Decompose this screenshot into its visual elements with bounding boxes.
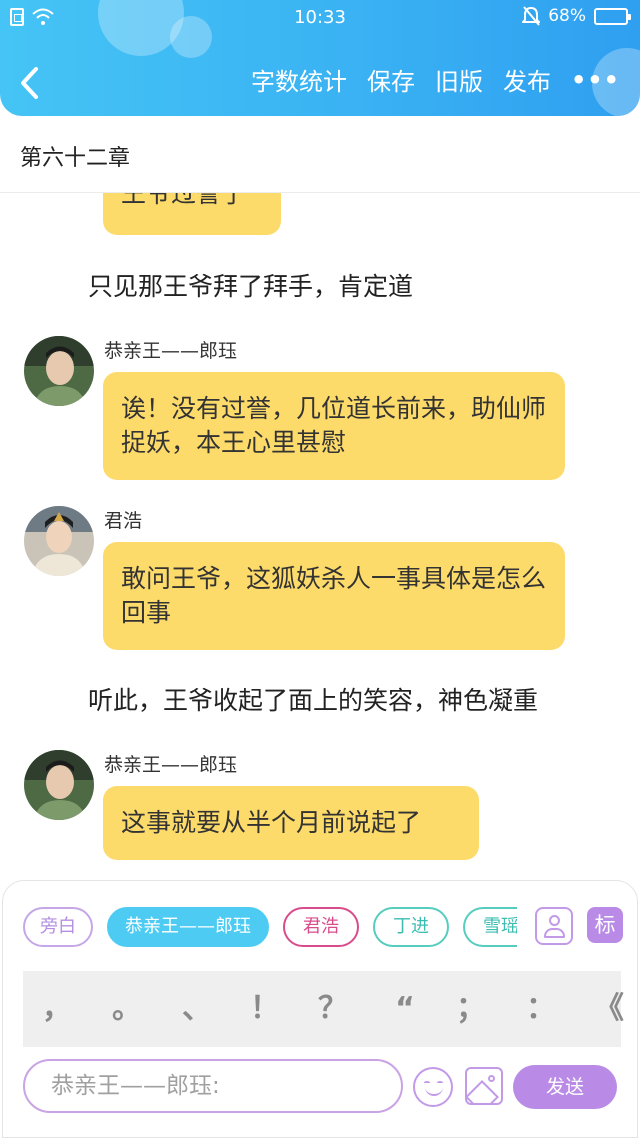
chapter-title[interactable]: 第六十二章	[20, 140, 130, 172]
message-bubble[interactable]: 敢问王爷，这狐妖杀人一事具体是怎么回事	[103, 542, 565, 650]
header-toolbar: 字数统计 保存 旧版 发布 •••	[251, 62, 620, 97]
chevron-left-icon	[21, 67, 38, 99]
word-count-button[interactable]: 字数统计	[251, 62, 347, 97]
punct-pause[interactable]: 、	[177, 971, 217, 1047]
message-text: 诶！没有过誉，几位道长前来，助仙师捉妖，本王心里甚慰	[121, 394, 547, 457]
manage-roles-icon[interactable]	[535, 907, 573, 945]
battery-percent: 68%	[548, 6, 586, 26]
punct-exclaim[interactable]: ！	[245, 971, 285, 1047]
message-text: 敢问王爷，这狐妖杀人一事具体是怎么回事	[121, 564, 547, 627]
avatar-langjue	[24, 336, 94, 406]
punct-book-title[interactable]: 《	[589, 971, 629, 1047]
emoji-icon[interactable]	[413, 1067, 453, 1107]
speaker-name: 君浩	[104, 510, 143, 532]
role-chip-langjue[interactable]: 恭亲王——郎珏	[107, 907, 269, 947]
compose-panel: 旁白 恭亲王——郎珏 君浩 丁进 雪瑶 标 ， 。 、 ！ ？ “ ； ： 《 …	[2, 880, 638, 1138]
punct-period[interactable]: 。	[107, 971, 147, 1047]
back-button[interactable]	[18, 58, 54, 104]
role-chip-junhao[interactable]: 君浩	[283, 907, 359, 947]
message-text: 王爷过誉了	[121, 193, 247, 208]
message-bubble[interactable]: 王爷过誉了	[103, 193, 281, 235]
top-header: 10:33 68% 字数统计 保存 旧版 发布 •••	[0, 0, 640, 116]
portrait-icon	[24, 750, 94, 820]
punct-semicolon[interactable]: ；	[451, 971, 491, 1047]
old-version-button[interactable]: 旧版	[435, 62, 483, 97]
status-bar: 10:33 68%	[0, 0, 640, 36]
narration-text[interactable]: 只见那王爷拜了拜手，肯定道	[88, 267, 413, 303]
publish-button[interactable]: 发布	[503, 62, 551, 97]
punct-comma[interactable]: ，	[37, 971, 77, 1047]
save-button[interactable]: 保存	[367, 62, 415, 97]
message-bubble[interactable]: 诶！没有过誉，几位道长前来，助仙师捉妖，本王心里甚慰	[103, 372, 565, 480]
role-chip-narrator[interactable]: 旁白	[23, 907, 93, 947]
chat-area[interactable]: 王爷过誉了 只见那王爷拜了拜手，肯定道 恭亲王——郎珏 诶！没有过誉，几位道长前…	[0, 193, 640, 883]
speaker-name: 恭亲王——郎珏	[104, 754, 238, 776]
more-button[interactable]: •••	[571, 66, 620, 94]
role-selector: 旁白 恭亲王——郎珏 君浩 丁进 雪瑶	[23, 907, 517, 947]
chapter-title-bar: 第六十二章	[0, 116, 640, 193]
speaker-name: 恭亲王——郎珏	[104, 340, 238, 362]
image-icon[interactable]	[465, 1067, 503, 1105]
mute-bell-icon	[522, 6, 541, 26]
message-text: 这事就要从半个月前说起了	[121, 808, 422, 837]
role-chip-xueyao[interactable]: 雪瑶	[463, 907, 517, 947]
narration-text[interactable]: 听此，王爷收起了面上的笑容，神色凝重	[88, 681, 538, 717]
mark-button[interactable]: 标	[587, 907, 623, 943]
punctuation-bar: ， 。 、 ！ ？ “ ； ： 《	[23, 971, 624, 1047]
portrait-icon	[24, 506, 94, 576]
send-button[interactable]: 发送	[513, 1065, 617, 1109]
role-chip-dingjin[interactable]: 丁进	[373, 907, 449, 947]
battery-icon	[594, 7, 631, 25]
message-input-wrapper	[23, 1059, 403, 1113]
avatar-junhao	[24, 506, 94, 576]
message-input[interactable]	[25, 1061, 401, 1111]
punct-question[interactable]: ？	[313, 971, 353, 1047]
portrait-icon	[24, 336, 94, 406]
message-bubble[interactable]: 这事就要从半个月前说起了	[103, 786, 479, 860]
punct-colon[interactable]: ：	[521, 971, 561, 1047]
avatar-langjue	[24, 750, 94, 820]
punct-quote[interactable]: “	[385, 971, 425, 1047]
